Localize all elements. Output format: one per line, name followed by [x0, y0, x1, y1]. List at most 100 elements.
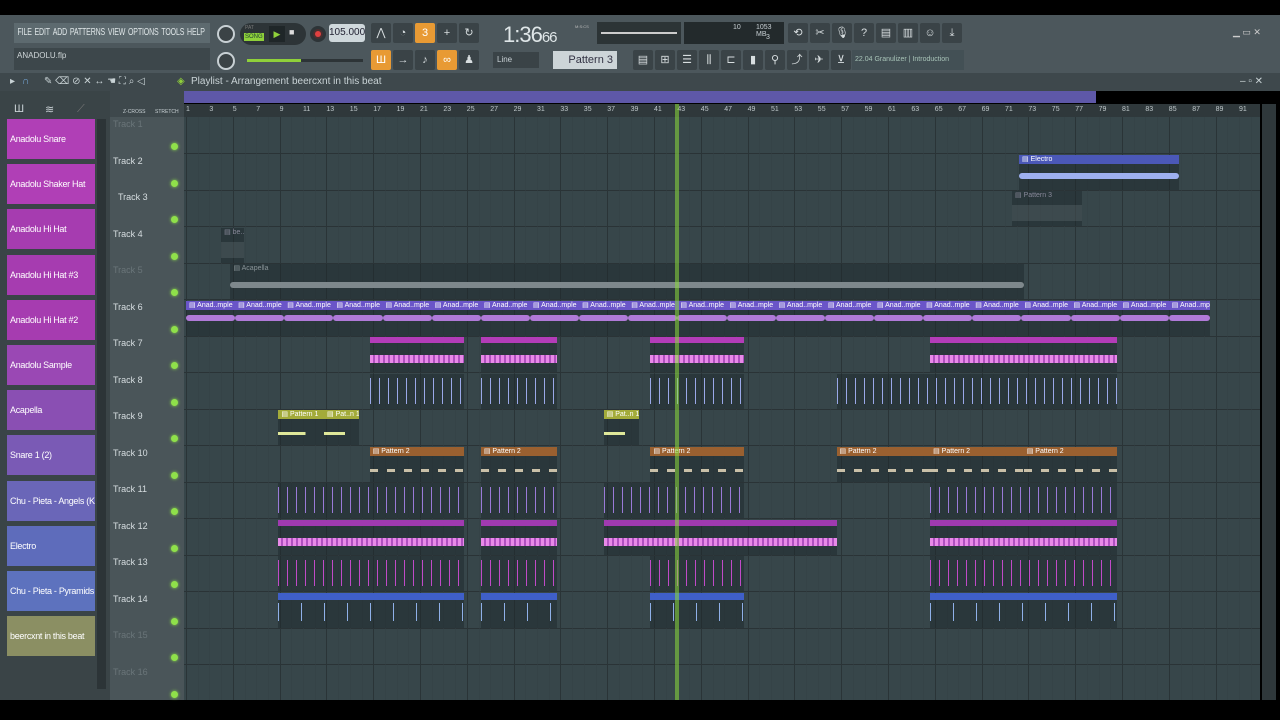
- playlist-clip[interactable]: ▤ Pattern 2: [369, 446, 465, 482]
- mixer-icon[interactable]: ⫼: [699, 50, 719, 70]
- playlist-clip[interactable]: [369, 337, 465, 372]
- playlist-clip[interactable]: [930, 337, 1118, 372]
- playlist-clip[interactable]: [480, 592, 557, 628]
- playlist-clip[interactable]: ▤ Anad..mple: [529, 300, 580, 336]
- save-icon[interactable]: ▤: [876, 23, 896, 43]
- master-volume-slider[interactable]: [247, 59, 301, 62]
- playlist-clip[interactable]: ▤ Anad..mple: [579, 300, 629, 336]
- link-icon[interactable]: ∞: [437, 50, 457, 70]
- help-icon[interactable]: ?: [854, 23, 874, 43]
- playlist-clip[interactable]: ▤ Pat..n 1: [603, 410, 639, 445]
- timeline-ruler[interactable]: 1 3 5 7 9 11 13 15 17 19 21 23 25 27 29 31 33 35 37 39 41 43 4…: [184, 104, 1260, 117]
- playlist-clip[interactable]: ▤ Anad..mple: [726, 300, 776, 336]
- channel-anadolu-snare[interactable]: Anadolu Snare: [7, 119, 95, 159]
- typing-keyboard-icon[interactable]: ♟: [459, 50, 479, 70]
- channel-acapella[interactable]: Acapella: [7, 390, 95, 431]
- playlist-clip[interactable]: ▤ Anad..mple: [677, 300, 727, 336]
- master-pitch-knob[interactable]: [217, 52, 235, 70]
- piano-roll-icon[interactable]: ⊞: [655, 50, 675, 70]
- menu-help[interactable]: HELP: [187, 27, 205, 38]
- channel-anadolu-shaker-hat[interactable]: Anadolu Shaker Hat: [7, 164, 95, 205]
- playhead[interactable]: [675, 104, 680, 700]
- track-header[interactable]: Track 11: [112, 482, 182, 519]
- channel-anadolu-sample[interactable]: Anadolu Sample: [7, 345, 95, 385]
- track-header[interactable]: Track 15: [112, 628, 182, 665]
- play-button[interactable]: ▶: [269, 26, 285, 42]
- stretch-toggle[interactable]: STRETCH: [155, 109, 179, 115]
- menu-file[interactable]: FILE: [18, 27, 32, 38]
- playlist-clip[interactable]: [836, 373, 1118, 409]
- track-mute-led[interactable]: [171, 471, 178, 479]
- touch-controller-icon[interactable]: ⤴: [787, 50, 807, 70]
- playlist-clip[interactable]: [930, 519, 1118, 555]
- loop-record-icon[interactable]: ↻: [459, 23, 479, 43]
- audio-picker-icon[interactable]: ≋: [45, 103, 54, 116]
- overview-scrollbar[interactable]: [184, 91, 1096, 103]
- track-mute-led[interactable]: [171, 654, 178, 661]
- playlist-clip[interactable]: ▤ Pattern 2: [930, 446, 1024, 482]
- menu-add[interactable]: ADD: [53, 27, 67, 38]
- track-mute-led[interactable]: [171, 435, 178, 442]
- playlist-clip[interactable]: ▤ Anad..mple: [1070, 300, 1120, 336]
- playlist-clip[interactable]: [603, 483, 745, 518]
- song-mode-toggle[interactable]: SONG: [244, 33, 264, 41]
- stop-button[interactable]: ■: [289, 27, 294, 37]
- slide-icon[interactable]: ♪: [415, 50, 435, 70]
- menu-edit[interactable]: EDIT: [35, 27, 51, 38]
- track-header[interactable]: Track 13: [112, 555, 182, 592]
- undo-icon[interactable]: ⟲: [788, 23, 808, 43]
- playlist-clip[interactable]: [650, 556, 745, 591]
- channel-chu-pieta-angels-kick-[interactable]: Chu - Pieta - Angels (Kick): [7, 480, 95, 521]
- track-mute-led[interactable]: [171, 581, 178, 588]
- playlist-clip[interactable]: ▤ Anad..mple: [382, 300, 432, 336]
- menu-tools[interactable]: TOOLS: [161, 27, 184, 38]
- track-header[interactable]: Track 16: [112, 665, 182, 702]
- track-header[interactable]: Track 4: [112, 227, 182, 264]
- playlist-clip[interactable]: [369, 373, 465, 409]
- track-mute-led[interactable]: [171, 325, 178, 333]
- track-header[interactable]: Track 8: [112, 373, 182, 410]
- microphone-icon[interactable]: 🎙: [832, 23, 852, 43]
- vertical-scrollbar[interactable]: [1262, 104, 1276, 700]
- menu-patterns[interactable]: PATTERNS: [70, 27, 105, 38]
- channel-snare-1-2-[interactable]: Snare 1 (2): [7, 435, 95, 476]
- track-mute-led[interactable]: [171, 216, 178, 223]
- playlist-clip[interactable]: ▤ Anad..mple: [186, 300, 236, 336]
- playlist-clip[interactable]: [480, 556, 557, 591]
- playlist-clip[interactable]: [930, 556, 1118, 591]
- playlist-clip[interactable]: ▤ Anad..mple: [1168, 300, 1210, 336]
- channel-electro[interactable]: Electro: [7, 525, 95, 566]
- playlist-clip[interactable]: [650, 373, 745, 409]
- playlist-clip[interactable]: [278, 519, 465, 555]
- playlist-clip[interactable]: ▤ Pattern 1: [278, 410, 325, 445]
- playlist-clip[interactable]: ▤ Pattern 2: [1023, 446, 1118, 482]
- metronome-icon[interactable]: ⋀: [371, 23, 391, 43]
- record-button[interactable]: [310, 26, 326, 42]
- channel-rack-icon[interactable]: ☰: [677, 50, 697, 70]
- pat-mode-toggle[interactable]: PAT: [245, 25, 254, 31]
- playlist-clip[interactable]: [480, 483, 557, 518]
- playlist-clip[interactable]: ▤ Anad..mple: [1119, 300, 1169, 336]
- menu-options[interactable]: OPTIONS: [128, 27, 159, 38]
- playlist-clip[interactable]: ▤ Anad..mple: [824, 300, 874, 336]
- track-header[interactable]: Track 7: [112, 336, 182, 373]
- cut-icon[interactable]: ✂: [810, 23, 830, 43]
- playlist-clip[interactable]: ▤ Anad..mple: [923, 300, 973, 336]
- playlist-clip[interactable]: [278, 592, 465, 628]
- wait-input-icon[interactable]: ◔: [393, 23, 413, 43]
- arrow-icon[interactable]: →: [393, 50, 413, 70]
- browser-icon[interactable]: ⊏: [721, 50, 741, 70]
- channel-anadolu-hi-hat-3[interactable]: Anadolu Hi Hat #3: [7, 254, 95, 295]
- track-mute-led[interactable]: [171, 289, 178, 296]
- track-header[interactable]: Track 5: [112, 263, 182, 300]
- playlist-clip[interactable]: [930, 592, 1118, 628]
- news-ticker[interactable]: 22.04 Granulizer | Introduction: [852, 50, 964, 70]
- track-header[interactable]: Track 6: [112, 300, 182, 337]
- playlist-clip[interactable]: ▤ Pattern 3: [1012, 191, 1083, 226]
- track-header[interactable]: Track 12: [112, 519, 182, 556]
- menu-view[interactable]: VIEW: [108, 27, 125, 38]
- master-volume-knob[interactable]: [217, 25, 235, 43]
- save-new-icon[interactable]: ▥: [898, 23, 918, 43]
- wizard-icon[interactable]: ✈: [809, 50, 829, 70]
- playlist-clip[interactable]: [930, 483, 1118, 518]
